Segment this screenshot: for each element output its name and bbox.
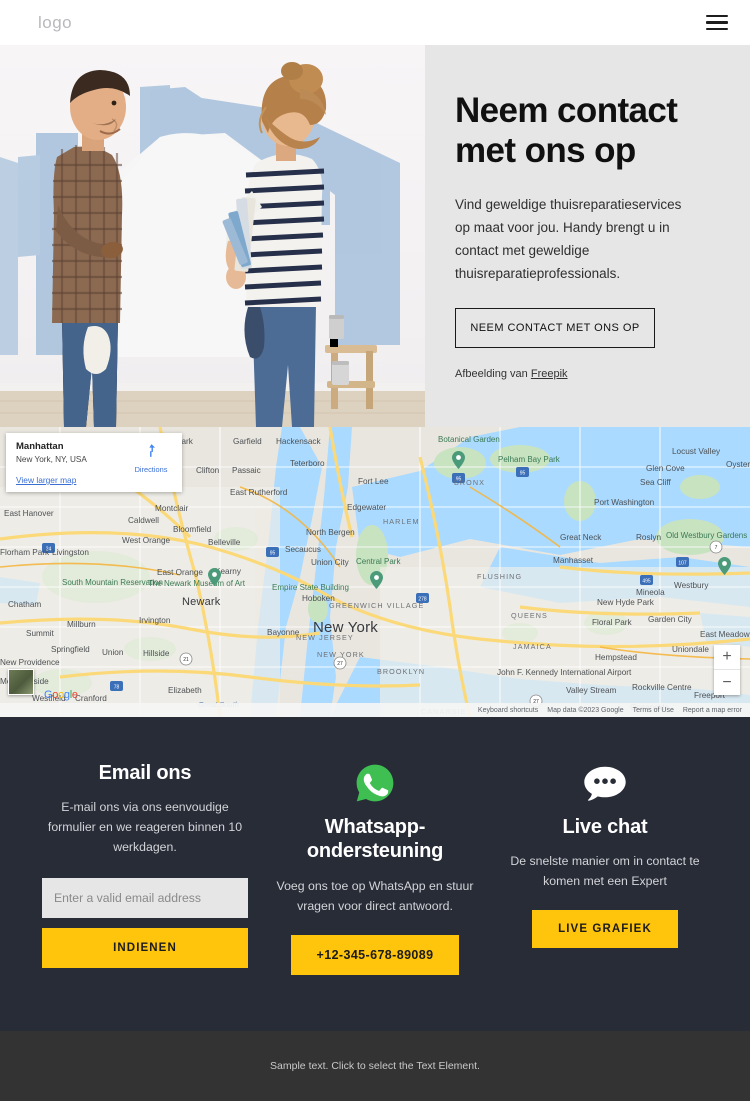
person-man: [52, 70, 130, 427]
map-zoom-out-button[interactable]: −: [714, 670, 740, 695]
svg-text:24: 24: [46, 547, 52, 553]
page-title: Neem contact met ons op: [455, 91, 678, 170]
livechat-column-title: Live chat: [562, 816, 648, 838]
whatsapp-icon-wrapper: [272, 761, 478, 805]
map-attribution-bar: Keyboard shortcuts Map data ©2023 Google T…: [0, 703, 750, 717]
map-attribution-item[interactable]: Map data ©2023 Google: [547, 707, 623, 714]
contact-column-whatsapp: Whatsapp-ondersteuning Voeg ons toe op W…: [260, 761, 490, 975]
hamburger-bar: [706, 14, 728, 17]
email-submit-button[interactable]: INDIENEN: [42, 928, 248, 969]
email-column-title: Email ons: [98, 762, 192, 784]
contact-section: Email ons E-mail ons via ons eenvoudige …: [0, 717, 750, 1031]
hamburger-menu-icon[interactable]: [706, 14, 728, 31]
directions-label: Directions: [134, 465, 168, 474]
directions-button[interactable]: Directions: [129, 442, 173, 474]
contact-column-email: Email ons E-mail ons via ons eenvoudige …: [30, 761, 260, 975]
map-attribution-item[interactable]: Terms of Use: [633, 707, 674, 714]
hero-description: Vind geweldige thuisreparatieservices op…: [455, 196, 682, 282]
map-zoom-controls[interactable]: + −: [714, 645, 740, 695]
hamburger-bar: [706, 21, 728, 24]
hamburger-bar: [706, 28, 728, 31]
svg-text:27: 27: [337, 661, 343, 667]
svg-text:95: 95: [520, 471, 526, 477]
svg-text:78: 78: [114, 685, 120, 691]
site-logo[interactable]: logo: [38, 13, 72, 33]
email-input[interactable]: [42, 878, 248, 919]
whatsapp-column-title: Whatsapp-ondersteuning: [306, 816, 444, 863]
whatsapp-icon: [356, 764, 394, 802]
map-pin-old-westbury[interactable]: [718, 557, 731, 575]
site-footer: Sample text. Click to select the Text El…: [0, 1030, 750, 1101]
directions-icon: [148, 444, 155, 457]
map-pin-botanical-garden[interactable]: [452, 451, 465, 469]
livechat-button[interactable]: LIVE GRAFIEK: [532, 910, 678, 949]
hero-image: [0, 45, 425, 427]
google-logo: Google: [44, 689, 78, 701]
svg-text:107: 107: [678, 561, 687, 567]
map-zoom-in-button[interactable]: +: [714, 645, 740, 670]
map-pin-empire-state[interactable]: [370, 571, 383, 589]
chat-icon-wrapper: [502, 761, 708, 805]
map-pin-newark-museum[interactable]: [208, 568, 221, 586]
map-attribution-item[interactable]: Keyboard shortcuts: [478, 707, 538, 714]
chat-bubble-icon: [584, 766, 626, 801]
svg-text:495: 495: [642, 579, 651, 585]
email-column-text: E-mail ons via ons eenvoudige formulier …: [47, 800, 243, 855]
image-credit-prefix: Afbeelding van: [455, 367, 531, 380]
hero-content: Neem contact met ons op Vind geweldige t…: [425, 45, 750, 427]
svg-text:95: 95: [270, 551, 276, 557]
footer-sample-text[interactable]: Sample text. Click to select the Text El…: [270, 1060, 480, 1072]
svg-text:278: 278: [418, 597, 427, 603]
contact-column-livechat: Live chat De snelste manier om in contac…: [490, 761, 720, 975]
contact-cta-button[interactable]: NEEM CONTACT MET ONS OP: [455, 307, 655, 348]
image-credit: Afbeelding van Freepik: [455, 368, 712, 380]
hero-illustration: [0, 62, 425, 427]
svg-text:95: 95: [456, 477, 462, 483]
svg-text:21: 21: [183, 657, 189, 663]
map-attribution-item[interactable]: Report a map error: [683, 707, 742, 714]
livechat-column-text: De snelste manier om in contact te komen…: [510, 854, 700, 889]
whatsapp-phone-button[interactable]: +12-345-678-89089: [290, 934, 460, 975]
street-view-thumbnail[interactable]: [8, 669, 34, 695]
map-info-card: Manhattan New York, NY, USA View larger …: [6, 433, 182, 492]
map-embed[interactable]: 24 78 95 124 278 95 95 495 107 21 27 27 …: [0, 427, 750, 717]
svg-text:7: 7: [715, 545, 718, 551]
freepik-link[interactable]: Freepik: [531, 368, 568, 380]
whatsapp-column-text: Voeg ons toe op WhatsApp en stuur vragen…: [276, 878, 474, 913]
site-header: logo: [0, 0, 750, 45]
hero-section: Neem contact met ons op Vind geweldige t…: [0, 45, 750, 427]
view-larger-map-link[interactable]: View larger map: [16, 475, 172, 485]
